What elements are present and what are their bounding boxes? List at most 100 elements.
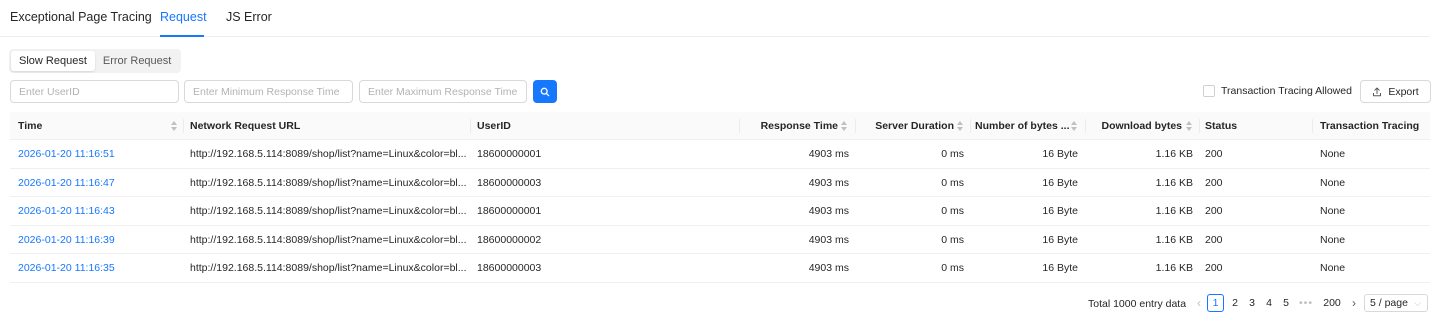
- cell-url: http://192.168.5.114:8089/shop/list?name…: [190, 262, 466, 275]
- cell-status: 200: [1205, 176, 1223, 189]
- cell-server-duration: 0 ms: [941, 148, 964, 160]
- column-header-response-time: Response Time: [760, 120, 838, 132]
- request-table: Time Network Request URL UserID Response…: [10, 112, 1430, 283]
- cell-url: http://192.168.5.114:8089/shop/list?name…: [190, 176, 466, 189]
- cell-bytes: 16 Byte: [1042, 262, 1078, 275]
- checkbox-box[interactable]: [1203, 85, 1215, 97]
- cell-user-id: 18600000003: [477, 176, 542, 189]
- search-button[interactable]: [533, 80, 557, 103]
- checkbox-label: Transaction Tracing Allowed: [1221, 85, 1352, 97]
- tab-exceptional-page-tracing[interactable]: Exceptional Page Tracing: [10, 10, 152, 24]
- table-row: 2026-01-20 11:16:39 http://192.168.5.114…: [10, 226, 1430, 255]
- segment-slow-request[interactable]: Slow Request: [11, 51, 95, 71]
- column-divider: [1199, 119, 1200, 133]
- page-4[interactable]: 4: [1261, 294, 1277, 312]
- cell-bytes: 16 Byte: [1042, 176, 1078, 189]
- tab-js-error[interactable]: JS Error: [226, 10, 272, 24]
- cell-download-bytes: 1.16 KB: [1155, 176, 1193, 189]
- page-1[interactable]: 1: [1207, 294, 1224, 312]
- user-id-input[interactable]: [10, 80, 179, 103]
- sort-icon[interactable]: [840, 120, 848, 132]
- cell-response-time: 4903 ms: [808, 148, 849, 160]
- column-divider: [970, 119, 971, 133]
- page-3[interactable]: 3: [1244, 294, 1260, 312]
- cell-server-duration: 0 ms: [941, 233, 964, 246]
- pagination: Total 1000 entry data ‹ 1 2 3 4 5 ••• 20…: [0, 294, 1440, 314]
- cell-user-id: 18600000001: [477, 205, 542, 218]
- active-tab-indicator: [160, 35, 204, 37]
- chevron-down-icon: ⌵: [1414, 298, 1421, 308]
- cell-download-bytes: 1.16 KB: [1155, 262, 1193, 275]
- export-label: Export: [1388, 85, 1419, 98]
- table-row: 2026-01-20 11:16:43 http://192.168.5.114…: [10, 197, 1430, 226]
- column-header-number-of-bytes: Number of bytes ...: [975, 120, 1070, 132]
- max-response-time-input[interactable]: [359, 80, 527, 103]
- export-button[interactable]: Export: [1360, 80, 1431, 103]
- cell-status: 200: [1205, 148, 1223, 160]
- table-header: Time Network Request URL UserID Response…: [10, 112, 1430, 140]
- column-header-user-id: UserID: [477, 120, 511, 132]
- segment-error-request[interactable]: Error Request: [95, 51, 179, 71]
- page-size-label: 5 / page: [1370, 297, 1408, 309]
- min-response-time-input[interactable]: [184, 80, 353, 103]
- page-size-select[interactable]: 5 / page ⌵: [1364, 294, 1428, 312]
- column-divider: [739, 119, 740, 133]
- cell-bytes: 16 Byte: [1042, 205, 1078, 218]
- pagination-total: Total 1000 entry data: [1088, 298, 1187, 310]
- cell-transaction-tracing: None: [1320, 233, 1346, 246]
- cell-status: 200: [1205, 205, 1223, 218]
- tab-bar: Exceptional Page Tracing Request JS Erro…: [0, 0, 1430, 37]
- table-row: 2026-01-20 11:16:35 http://192.168.5.114…: [10, 254, 1430, 283]
- tab-request[interactable]: Request: [160, 10, 207, 24]
- column-divider: [1085, 119, 1086, 133]
- column-header-status: Status: [1205, 120, 1238, 132]
- cell-time[interactable]: 2026-01-20 11:16:47: [18, 169, 115, 197]
- cell-user-id: 18600000003: [477, 262, 542, 275]
- sort-icon[interactable]: [1070, 120, 1078, 132]
- cell-transaction-tracing: None: [1320, 148, 1346, 160]
- cell-download-bytes: 1.16 KB: [1155, 205, 1193, 218]
- chevron-right-icon[interactable]: ›: [1346, 294, 1362, 312]
- cell-download-bytes: 1.16 KB: [1155, 233, 1193, 246]
- cell-status: 200: [1205, 262, 1223, 275]
- cell-transaction-tracing: None: [1320, 262, 1346, 275]
- cell-response-time: 4903 ms: [808, 233, 849, 246]
- page-2[interactable]: 2: [1227, 294, 1243, 312]
- cell-url: http://192.168.5.114:8089/shop/list?name…: [190, 148, 466, 160]
- sort-icon[interactable]: [170, 120, 178, 132]
- export-icon: [1373, 87, 1382, 96]
- cell-time[interactable]: 2026-01-20 11:16:43: [18, 197, 115, 225]
- cell-transaction-tracing: None: [1320, 205, 1346, 218]
- chevron-left-icon[interactable]: ‹: [1191, 294, 1207, 312]
- request-type-segmented: Slow Request Error Request: [9, 49, 182, 73]
- column-header-download-bytes: Download bytes: [1101, 120, 1182, 132]
- cell-time[interactable]: 2026-01-20 11:16:35: [18, 254, 115, 282]
- page-5[interactable]: 5: [1278, 294, 1294, 312]
- cell-url: http://192.168.5.114:8089/shop/list?name…: [190, 233, 466, 246]
- cell-bytes: 16 Byte: [1042, 148, 1078, 160]
- column-header-time: Time: [18, 120, 43, 132]
- cell-user-id: 18600000001: [477, 148, 542, 160]
- cell-status: 200: [1205, 233, 1223, 246]
- cell-time[interactable]: 2026-01-20 11:16:51: [18, 140, 115, 168]
- pagination-ellipsis[interactable]: •••: [1296, 294, 1316, 312]
- column-header-transaction-tracing: Transaction Tracing: [1320, 120, 1420, 132]
- sort-icon[interactable]: [956, 120, 964, 132]
- search-icon: [540, 87, 550, 96]
- table-row: 2026-01-20 11:16:51 http://192.168.5.114…: [10, 140, 1430, 169]
- column-divider: [855, 119, 856, 133]
- cell-response-time: 4903 ms: [808, 176, 849, 189]
- column-header-server-duration: Server Duration: [875, 120, 954, 132]
- cell-bytes: 16 Byte: [1042, 233, 1078, 246]
- sort-icon[interactable]: [1185, 120, 1193, 132]
- cell-server-duration: 0 ms: [941, 205, 964, 218]
- column-divider: [470, 119, 471, 133]
- page-200[interactable]: 200: [1320, 294, 1344, 312]
- cell-download-bytes: 1.16 KB: [1155, 148, 1193, 160]
- cell-time[interactable]: 2026-01-20 11:16:39: [18, 226, 115, 254]
- column-header-url: Network Request URL: [190, 120, 301, 132]
- cell-server-duration: 0 ms: [941, 262, 964, 275]
- transaction-tracing-allowed-checkbox[interactable]: Transaction Tracing Allowed: [1203, 85, 1352, 97]
- column-divider: [1312, 119, 1313, 133]
- cell-response-time: 4903 ms: [808, 205, 849, 218]
